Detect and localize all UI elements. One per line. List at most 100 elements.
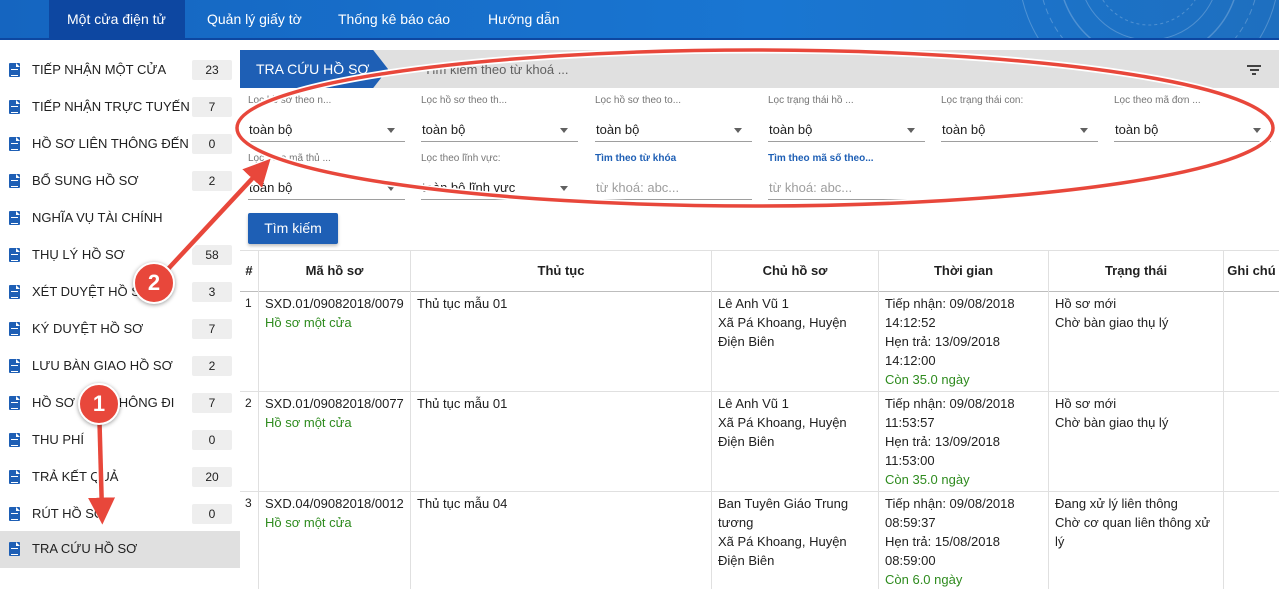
- row-index: 1: [240, 292, 259, 391]
- record-code-cell[interactable]: SXD.01/09082018/0077 Hồ sơ một cửa: [259, 392, 411, 491]
- status-cell: Hồ sơ mới Chờ bàn giao thụ lý: [1049, 392, 1224, 491]
- filter-select[interactable]: toàn bộ: [1114, 117, 1271, 142]
- sidebar-item-tiep-nhan-truc-tuyen[interactable]: TIẾP NHẬN TRỰC TUYẾN 7: [0, 89, 240, 126]
- filter-ho-so-theo-th[interactable]: Lọc hồ sơ theo th... toàn bộ: [421, 95, 578, 142]
- filter-ho-so-theo-to[interactable]: Lọc hồ sơ theo to... toàn bộ: [595, 95, 752, 142]
- document-icon: [9, 433, 20, 447]
- sidebar-item-nghia-vu-tai-chinh[interactable]: NGHĨA VỤ TÀI CHÍNH: [0, 200, 240, 237]
- filter-linh-vuc[interactable]: Lọc theo lĩnh vực: toàn bộ lĩnh vực: [421, 153, 578, 200]
- step-2-badge: 2: [133, 262, 175, 304]
- filter-value: toàn bộ: [1115, 122, 1159, 137]
- sidebar-item-ky-duyet-ho-so[interactable]: KÝ DUYỆT HỒ SƠ 7: [0, 311, 240, 348]
- status-cell: Hồ sơ mới Chờ bàn giao thụ lý: [1049, 292, 1224, 391]
- column-header-time[interactable]: Thời gian: [879, 251, 1049, 293]
- sidebar-item-xet-duyet-ho-so[interactable]: XÉT DUYỆT HỒ SƠ 3: [0, 274, 240, 311]
- sidebar-item-label: KÝ DUYỆT HỒ SƠ: [32, 321, 144, 336]
- record-code[interactable]: SXD.01/09082018/0079: [265, 294, 404, 313]
- record-code-cell[interactable]: SXD.04/09082018/0012 Hồ sơ một cửa: [259, 492, 411, 589]
- document-icon: [9, 137, 20, 151]
- filter-select[interactable]: toàn bộ: [595, 117, 752, 142]
- filter-label: Lọc theo lĩnh vực:: [421, 153, 501, 164]
- caret-down-icon: [560, 186, 568, 191]
- document-icon: [9, 174, 20, 188]
- filter-tu-khoa[interactable]: Tìm theo từ khóa từ khoá: abc...: [595, 153, 752, 200]
- filter-ma-don[interactable]: Lọc theo mã đơn ... toàn bộ: [1114, 95, 1271, 142]
- page-title-tag: TRA CỨU HỒ SƠ: [240, 50, 388, 88]
- filter-label: Lọc hồ sơ theo th...: [421, 95, 508, 106]
- procedure-cell: Thủ tục mẫu 04: [411, 492, 712, 589]
- nav-quan-ly-giay-to[interactable]: Quản lý giấy tờ: [207, 0, 302, 38]
- filter-ho-so-theo-n[interactable]: Lọc hồ sơ theo n... toàn bộ: [248, 95, 405, 142]
- sidebar-item-thu-phi[interactable]: THU PHÍ 0: [0, 422, 240, 459]
- keyword-search-input[interactable]: [424, 59, 1124, 79]
- nav-mot-cua-dien-tu[interactable]: Một cửa điện tử: [49, 0, 185, 38]
- status: Đang xử lý liên thông: [1055, 496, 1178, 511]
- sidebar-item-label: HỒ SƠ LIÊN THÔNG ĐẾN: [32, 136, 189, 151]
- sidebar-item-label: NGHĨA VỤ TÀI CHÍNH: [32, 210, 163, 225]
- row-index: 2: [240, 392, 259, 491]
- sidebar-item-luu-ban-giao-ho-so[interactable]: LƯU BÀN GIAO HỒ SƠ 2: [0, 348, 240, 385]
- received-time: Tiếp nhận: 09/08/2018 14:12:52: [885, 296, 1015, 330]
- owner-address: Xã Pá Khoang, Huyện Điện Biên: [718, 534, 847, 568]
- filter-label: Lọc hồ sơ theo to...: [595, 95, 682, 106]
- procedure-cell: Thủ tục mẫu 01: [411, 292, 712, 391]
- sidebar-item-rut-ho-so[interactable]: RÚT HỒ SƠ 0: [0, 496, 240, 533]
- filter-select[interactable]: toàn bộ: [941, 117, 1098, 142]
- column-header-note[interactable]: Ghi chú: [1224, 251, 1279, 293]
- table-row[interactable]: 3 SXD.04/09082018/0012 Hồ sơ một cửa Thủ …: [240, 492, 1279, 589]
- sidebar-item-tra-cuu-ho-so[interactable]: TRA CỨU HỒ SƠ: [0, 531, 240, 568]
- nav-thong-ke-bao-cao[interactable]: Thống kê báo cáo: [338, 0, 450, 38]
- filter-ma-so[interactable]: Tìm theo mã số theo... từ khoá: abc...: [768, 153, 925, 200]
- status-cell: Đang xử lý liên thông Chờ cơ quan liên th…: [1049, 492, 1224, 589]
- sidebar-item-label: RÚT HỒ SƠ: [32, 506, 106, 521]
- count-badge: 58: [192, 245, 232, 265]
- record-code-cell[interactable]: SXD.01/09082018/0079 Hồ sơ một cửa: [259, 292, 411, 391]
- column-header-status[interactable]: Trạng thái: [1049, 251, 1224, 293]
- sidebar-item-thu-ly-ho-so[interactable]: THỤ LÝ HỒ SƠ 58: [0, 237, 240, 274]
- code-field[interactable]: từ khoá: abc...: [768, 175, 925, 200]
- filter-trang-thai-ho-so[interactable]: Lọc trạng thái hồ ... toàn bộ: [768, 95, 925, 142]
- time-cell: Tiếp nhận: 09/08/2018 14:12:52 Hẹn trả: 1…: [879, 292, 1049, 391]
- filter-select[interactable]: toàn bộ: [768, 117, 925, 142]
- record-type: Hồ sơ một cửa: [265, 415, 352, 430]
- count-badge: 3: [192, 282, 232, 302]
- keyword-field[interactable]: từ khoá: abc...: [595, 175, 752, 200]
- column-header-procedure[interactable]: Thủ tục: [411, 251, 712, 293]
- record-code[interactable]: SXD.01/09082018/0077: [265, 394, 404, 413]
- sidebar-item-tra-ket-qua[interactable]: TRẢ KẾT QUẢ 20: [0, 459, 240, 496]
- filter-icon[interactable]: [1247, 65, 1261, 75]
- filter-value: toàn bộ: [942, 122, 986, 137]
- count-badge: 7: [192, 97, 232, 117]
- filter-label: Tìm theo từ khóa: [595, 153, 677, 164]
- sidebar-item-tiep-nhan-mot-cua[interactable]: TIẾP NHẬN MỘT CỬA 23: [0, 52, 240, 89]
- owner-cell: Lê Anh Vũ 1 Xã Pá Khoang, Huyện Điện Biên: [712, 392, 879, 491]
- filter-select[interactable]: toàn bộ: [248, 117, 405, 142]
- substatus: Chờ bàn giao thụ lý: [1055, 315, 1169, 330]
- note-cell: [1224, 492, 1279, 589]
- document-icon: [9, 100, 20, 114]
- search-button[interactable]: Tìm kiếm: [248, 213, 338, 244]
- nav-huong-dan[interactable]: Hướng dẫn: [488, 0, 559, 38]
- sidebar-item-bo-sung-ho-so[interactable]: BỔ SUNG HỒ SƠ 2: [0, 163, 240, 200]
- filter-value: toàn bộ: [422, 122, 466, 137]
- table-row[interactable]: 2 SXD.01/09082018/0077 Hồ sơ một cửa Thủ …: [240, 392, 1279, 492]
- sidebar-item-ho-so-lien-thong-den[interactable]: HỒ SƠ LIÊN THÔNG ĐẾN 0: [0, 126, 240, 163]
- document-icon: [9, 396, 20, 410]
- filter-select[interactable]: toàn bộ: [421, 117, 578, 142]
- step-1-badge: 1: [78, 383, 120, 425]
- record-code[interactable]: SXD.04/09082018/0012: [265, 494, 404, 513]
- table-row[interactable]: 1 SXD.01/09082018/0079 Hồ sơ một cửa Thủ …: [240, 292, 1279, 392]
- sidebar-item-ho-so-lien-thong-di[interactable]: HỒ SƠ LIÊN THÔNG ĐI7: [0, 385, 240, 422]
- document-icon: [9, 248, 20, 262]
- filter-value: toàn bộ: [769, 122, 813, 137]
- column-header-code[interactable]: Mã hồ sơ: [259, 251, 411, 293]
- owner-address: Xã Pá Khoang, Huyện Điện Biên: [718, 315, 847, 349]
- filter-select[interactable]: toàn bộ lĩnh vực: [421, 175, 578, 200]
- due-time: Hẹn trả: 13/09/2018 11:53:00: [885, 434, 1000, 468]
- document-icon: [9, 285, 20, 299]
- column-header-owner[interactable]: Chủ hồ sơ: [712, 251, 879, 293]
- filter-ma-thu-tuc[interactable]: Lọc theo mã thủ ... toàn bộ: [248, 153, 405, 200]
- filter-trang-thai-con[interactable]: Lọc trạng thái con: toàn bộ: [941, 95, 1098, 142]
- due-time: Hẹn trả: 15/08/2018 08:59:00: [885, 534, 1000, 568]
- filter-select[interactable]: toàn bộ: [248, 175, 405, 200]
